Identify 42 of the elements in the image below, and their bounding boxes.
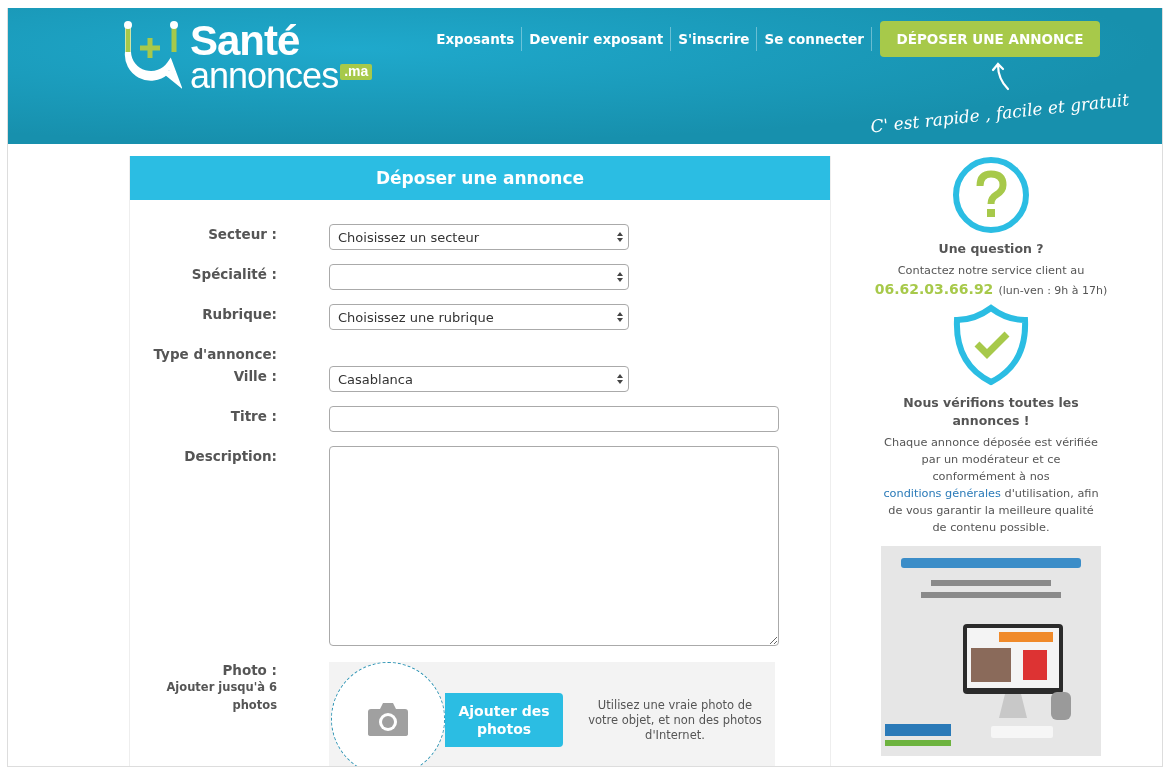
select-field[interactable] (329, 264, 629, 290)
shield-check-icon (953, 304, 1029, 386)
updown-icon (616, 271, 624, 283)
field-label: Rubrique: (201, 305, 277, 324)
terms-link[interactable]: conditions générales (883, 487, 1001, 500)
field-label: Type d'annonce: (152, 345, 277, 364)
phone-number: 06.62.03.66.92 (874, 281, 994, 297)
nav-link[interactable]: S'inscrire (671, 27, 758, 51)
textarea-field[interactable] (329, 446, 779, 646)
question-icon (952, 156, 1030, 234)
camera-icon (367, 701, 409, 737)
input-field[interactable] (329, 406, 779, 432)
contact-text: Contactez notre service client au (897, 263, 1085, 279)
hours-text: (lun-ven : 9h à 17h) (998, 284, 1108, 297)
verify-text: Chaque annonce déposée est vérifiée par un modérateur et ce conformément à nos conditions générales d'utilisation, afin de vous garantir la meilleure qualité de contenu possible. (882, 435, 1100, 536)
field-label: Ville : (232, 367, 277, 386)
field-label: Description: (183, 447, 277, 466)
updown-icon (616, 311, 624, 323)
field-label: Spécialité : (190, 265, 277, 284)
select-field[interactable]: Casablanca (329, 366, 629, 392)
domain-tag: .ma (340, 64, 373, 80)
tagline: C' est rapide , facile et gratuit (870, 89, 1131, 137)
field-label: Photo : (221, 662, 277, 678)
updown-icon (616, 231, 624, 243)
form-title: Déposer une annonce (130, 156, 830, 200)
question-title: Une question ? (938, 240, 1044, 258)
photo-note: Utilisez une vraie photo de votre objet, et non des photos d'Internet. (587, 698, 763, 743)
field-label: Secteur : (207, 225, 277, 244)
field-label: Titre : (229, 407, 277, 426)
photo-dropzone[interactable]: Ajouter des photos Utilisez une vraie photo de votre objet, et non des photos d'Internet. (329, 662, 775, 766)
photo-circle[interactable] (331, 662, 445, 766)
add-photos-button[interactable]: Ajouter des photos (445, 693, 563, 747)
select-field[interactable]: Choisissez une rubrique (329, 304, 629, 330)
curved-arrow-icon (990, 61, 1012, 91)
nav-link[interactable]: Se connecter (757, 27, 872, 51)
photo-hint: Ajouter jusqu'à 6 photos (165, 679, 277, 714)
verify-title: Nous vérifions toutes les annonces ! (902, 394, 1080, 430)
nav-link[interactable]: Exposants (429, 27, 523, 51)
post-ad-button[interactable]: DÉPOSER UNE ANNONCE (880, 21, 1100, 57)
updown-icon (616, 373, 624, 385)
nav-link[interactable]: Devenir exposant (522, 27, 672, 51)
select-field[interactable]: Choisissez un secteur (329, 224, 629, 250)
